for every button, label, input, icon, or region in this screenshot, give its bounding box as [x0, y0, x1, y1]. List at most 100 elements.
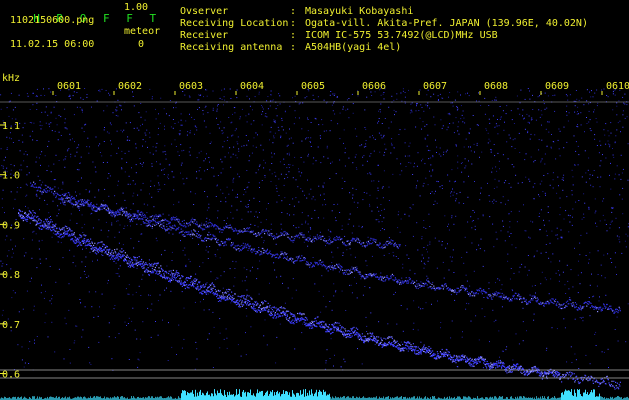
signal-pixel	[51, 221, 53, 223]
noise-speck	[203, 160, 205, 162]
noise-speck	[2, 167, 4, 169]
noise-speck	[527, 255, 529, 256]
noise-speck	[199, 301, 201, 303]
noise-speck	[221, 89, 223, 91]
noise-speck	[355, 189, 357, 190]
noise-speck	[193, 220, 195, 222]
noise-speck	[552, 187, 554, 189]
signal-pixel	[305, 263, 307, 265]
noise-speck	[588, 207, 590, 209]
signal-pixel	[559, 378, 561, 380]
signal-pixel	[310, 324, 312, 326]
signal-pixel	[359, 334, 361, 336]
noise-speck	[397, 227, 399, 229]
noise-speck	[614, 178, 616, 180]
signal-pixel	[219, 296, 221, 298]
signal-pixel	[151, 263, 153, 265]
noise-speck	[457, 108, 459, 110]
noise-speck	[434, 124, 436, 126]
noise-speck	[452, 249, 454, 251]
noise-speck	[416, 165, 418, 167]
noise-speck	[155, 279, 156, 281]
noise-speck	[511, 244, 513, 246]
noise-speck	[603, 351, 605, 353]
signal-pixel	[92, 247, 94, 249]
noise-speck	[86, 96, 88, 98]
noise-speck	[441, 188, 443, 189]
signal-pixel	[491, 367, 493, 369]
noise-speck	[18, 94, 20, 96]
noise-speck	[529, 294, 531, 296]
noise-speck	[304, 97, 306, 99]
signal-pixel	[136, 217, 138, 219]
noise-speck	[509, 137, 511, 139]
noise-speck	[617, 340, 619, 342]
noise-speck	[65, 127, 67, 129]
noise-speck	[138, 240, 140, 242]
signal-pixel	[193, 280, 195, 282]
noise-speck	[476, 249, 478, 251]
signal-pixel	[209, 238, 211, 240]
noise-speck	[324, 199, 325, 201]
noise-speck	[185, 265, 186, 267]
noise-speck	[266, 100, 268, 102]
noise-speck	[243, 194, 245, 196]
noise-speck	[527, 130, 529, 132]
noise-speck	[518, 210, 520, 212]
noise-speck	[288, 171, 290, 173]
noise-speck	[381, 278, 383, 280]
signal-pixel	[125, 215, 127, 217]
noise-speck	[19, 150, 21, 152]
noise-speck	[488, 282, 490, 284]
signal-pixel	[490, 363, 492, 366]
noise-speck	[583, 193, 585, 195]
signal-pixel	[273, 317, 275, 319]
signal-pixel	[429, 349, 431, 351]
noise-speck	[366, 331, 368, 332]
noise-speck	[276, 187, 278, 189]
signal-pixel	[66, 232, 68, 234]
noise-speck	[9, 132, 11, 134]
signal-pixel	[171, 227, 173, 229]
noise-speck	[357, 348, 358, 350]
signal-pixel	[243, 304, 245, 306]
signal-pixel	[108, 250, 110, 252]
noise-speck	[507, 199, 509, 201]
noise-speck	[457, 161, 459, 163]
signal-pixel	[187, 231, 189, 233]
signal-pixel	[31, 184, 33, 186]
noise-speck	[310, 228, 312, 230]
signal-pixel	[276, 256, 278, 258]
signal-pixel	[226, 297, 228, 299]
noise-speck	[383, 170, 385, 172]
noise-speck	[617, 122, 619, 124]
signal-pixel	[182, 275, 184, 278]
noise-speck	[214, 254, 216, 256]
signal-pixel	[80, 236, 82, 238]
signal-pixel	[436, 354, 438, 356]
noise-speck	[118, 333, 120, 335]
noise-speck	[109, 175, 111, 177]
noise-speck	[261, 105, 262, 106]
signal-pixel	[445, 351, 447, 353]
noise-speck	[24, 122, 26, 124]
noise-speck	[493, 188, 495, 189]
noise-speck	[417, 180, 419, 182]
signal-pixel	[531, 370, 533, 372]
signal-pixel	[34, 220, 36, 222]
noise-speck	[349, 248, 351, 250]
signal-pixel	[231, 291, 233, 293]
noise-speck	[288, 152, 290, 154]
noise-speck	[212, 107, 214, 109]
signal-pixel	[216, 295, 218, 298]
noise-speck	[251, 152, 253, 154]
signal-pixel	[541, 378, 543, 380]
signal-pixel	[478, 357, 480, 359]
signal-pixel	[187, 284, 189, 286]
noise-speck	[615, 266, 617, 268]
noise-speck	[151, 165, 153, 167]
signal-pixel	[60, 229, 62, 231]
signal-pixel	[220, 300, 222, 302]
noise-speck	[242, 242, 244, 244]
noise-speck	[58, 268, 60, 270]
